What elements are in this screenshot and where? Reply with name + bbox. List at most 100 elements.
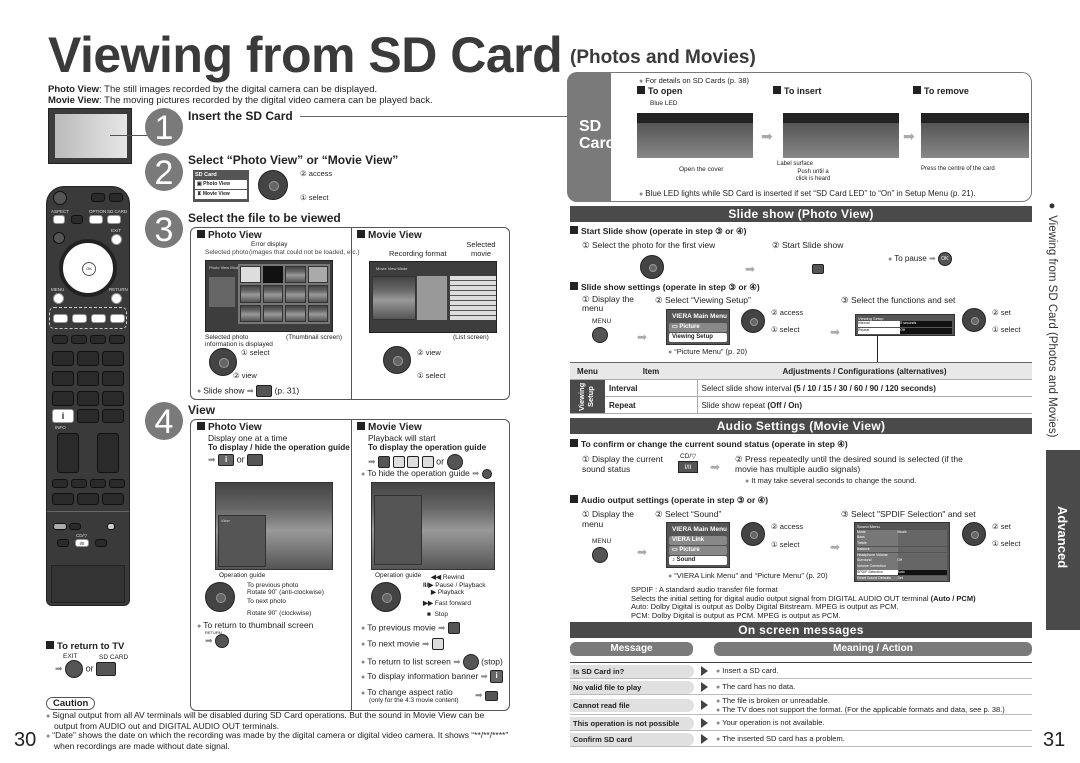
red-button	[53, 314, 68, 323]
to-open-heading: To open	[637, 86, 682, 96]
info-icon: i	[52, 409, 74, 423]
arrow-icon: ➡	[830, 540, 841, 554]
movie-list	[450, 276, 496, 320]
photo-view-desc: : The still images recorded by the digit…	[99, 84, 378, 95]
movie-view-desc: : The moving pictures recorded by the di…	[99, 95, 433, 106]
settings-step3: ③ Select the functions and set	[841, 295, 956, 305]
dpad-icon	[640, 255, 664, 279]
sound-change-note: It may take several seconds to change th…	[745, 476, 916, 485]
connector-line	[877, 336, 878, 362]
led-note: Blue LED lights while SD Card is inserte…	[639, 189, 976, 198]
message-row: No valid file to play The card has no dat…	[570, 679, 1032, 695]
left-page-number: 30	[14, 729, 37, 751]
select-label: ① select	[771, 325, 800, 334]
play-arrow-icon	[701, 682, 708, 692]
select-label: ① select	[992, 325, 1021, 334]
remote-button	[109, 193, 123, 202]
menu-item-viewing-setup: Viewing Setup	[669, 333, 727, 342]
slideshow-bar: Slide show (Photo View)	[570, 206, 1032, 222]
arrow-icon: ➡	[637, 545, 648, 559]
intro-text: Photo View: The still images recorded by…	[48, 84, 433, 106]
step4-box: Photo View Display one at a time To disp…	[190, 419, 510, 711]
sd-card-box: For details on SD Cards (p. 38) To open …	[611, 72, 1032, 202]
selected-movie-label: Selected movie	[466, 240, 496, 258]
menu-label: MENU	[592, 538, 612, 545]
menu-item-picture: ▭ Picture	[669, 546, 727, 555]
thumbnail-screen: Photo View Mode	[205, 260, 333, 332]
photo-view-heading: Photo View	[197, 422, 262, 433]
output-step2: ② Select “Sound”	[655, 509, 722, 519]
dpad-icon	[962, 308, 986, 332]
messages-table: Is SD Card in? Insert a SD card. No valid …	[570, 663, 1032, 747]
remote-button	[102, 409, 124, 423]
green-button-icon	[431, 638, 444, 650]
access-label: ② access	[771, 308, 804, 317]
sound-menu-row: Bass	[857, 535, 947, 541]
sound-menu-row: Mode Music	[857, 529, 947, 535]
photo-guide-buttons: ➡ i or	[208, 454, 264, 466]
step-number: 4	[145, 402, 183, 441]
col-header: Menu	[570, 362, 605, 380]
message-meaning: The card has no data.	[716, 682, 795, 692]
movie-view-heading: Movie View	[357, 422, 422, 433]
remote-button	[52, 351, 74, 366]
remote-button	[102, 351, 124, 366]
menu-ref: “VIERA Link Menu” and “Picture Menu” (p.…	[668, 571, 828, 580]
movie-line2: To display the operation guide	[368, 443, 487, 452]
table-row: Viewing Setup Interval Select slide show…	[570, 379, 1032, 414]
remote-button	[102, 493, 124, 505]
list-caption: (List screen)	[453, 334, 489, 341]
select-label: ① select	[300, 193, 329, 202]
photo-view-heading: Photo View	[197, 230, 262, 241]
movie-view-heading: Movie View	[357, 230, 422, 241]
operation-guide-caption: Operation guide	[375, 572, 422, 579]
remote-button	[109, 479, 125, 488]
control-label: To previous photo	[247, 582, 299, 589]
viewing-setup-screen: Viewing Setup Interval 5 seconds Repeat Of…	[855, 314, 955, 336]
audio-mode-button-icon: I/II	[678, 461, 698, 473]
remote-button	[71, 215, 83, 224]
sound-menu-row: Headphone Volume	[857, 552, 947, 558]
remote-button	[91, 193, 105, 202]
select-label: ① select	[771, 540, 800, 549]
selected-photo-label: Selected photo	[205, 249, 249, 256]
control-label: Rotate 90˚ (anti-clockwise)	[247, 589, 324, 596]
menu-button-icon	[592, 327, 608, 343]
remote-button	[52, 371, 74, 386]
aspect-button	[53, 215, 65, 224]
return-thumb-hint: To return to thumbnail screen	[197, 620, 313, 630]
settings-step1: ① Display the menu	[582, 294, 635, 313]
remote-button	[52, 391, 74, 406]
message-name: No valid file to play	[570, 680, 694, 694]
remote-button	[77, 351, 99, 366]
output-step3: ③ Select "SPDIF Selection" and set	[841, 509, 976, 519]
sd-card-side-label: SD Card	[567, 72, 615, 202]
sound-menu-screen: Sound Menu Mode Music Bass Treble Balance Hea…	[854, 522, 950, 582]
remote-button	[53, 232, 65, 244]
exit-label: EXIT	[63, 653, 78, 660]
item-cell: Interval	[605, 379, 698, 397]
spdif-notes: SPDIF : A standard audio transfer file f…	[631, 585, 1036, 620]
arrow-icon: ➡	[710, 460, 721, 474]
yellow-button	[91, 314, 106, 323]
photo-view-screen: View	[215, 482, 333, 570]
start-slideshow-heading: Start Slide show (operate in step ③ or ④…	[570, 226, 746, 237]
blue-button	[110, 314, 125, 323]
blue-button-icon	[421, 456, 434, 468]
desc-cell: Select slide show interval (5 / 10 / 15 …	[697, 379, 1032, 397]
dpad-icon	[371, 582, 401, 612]
item-cell: Repeat	[605, 396, 698, 414]
control-label: To next photo	[247, 598, 287, 605]
volume-rocker	[57, 433, 79, 473]
menu-button	[53, 293, 64, 304]
confirm-step1: ① Display the current sound status	[582, 454, 663, 474]
remote-button	[102, 391, 124, 406]
message-name: Cannot read file	[570, 698, 694, 712]
return-list-hint: To return to list screen ➡ (stop)	[361, 654, 503, 670]
error-display-label: Error display	[251, 241, 288, 248]
desc-cell: Slide show repeat (Off / On)	[697, 396, 1032, 414]
caution-label: Caution	[46, 697, 96, 710]
remote-button	[71, 335, 87, 344]
access-label: ② access	[771, 522, 804, 531]
sd-card-menu-title: SD Card	[195, 172, 217, 178]
